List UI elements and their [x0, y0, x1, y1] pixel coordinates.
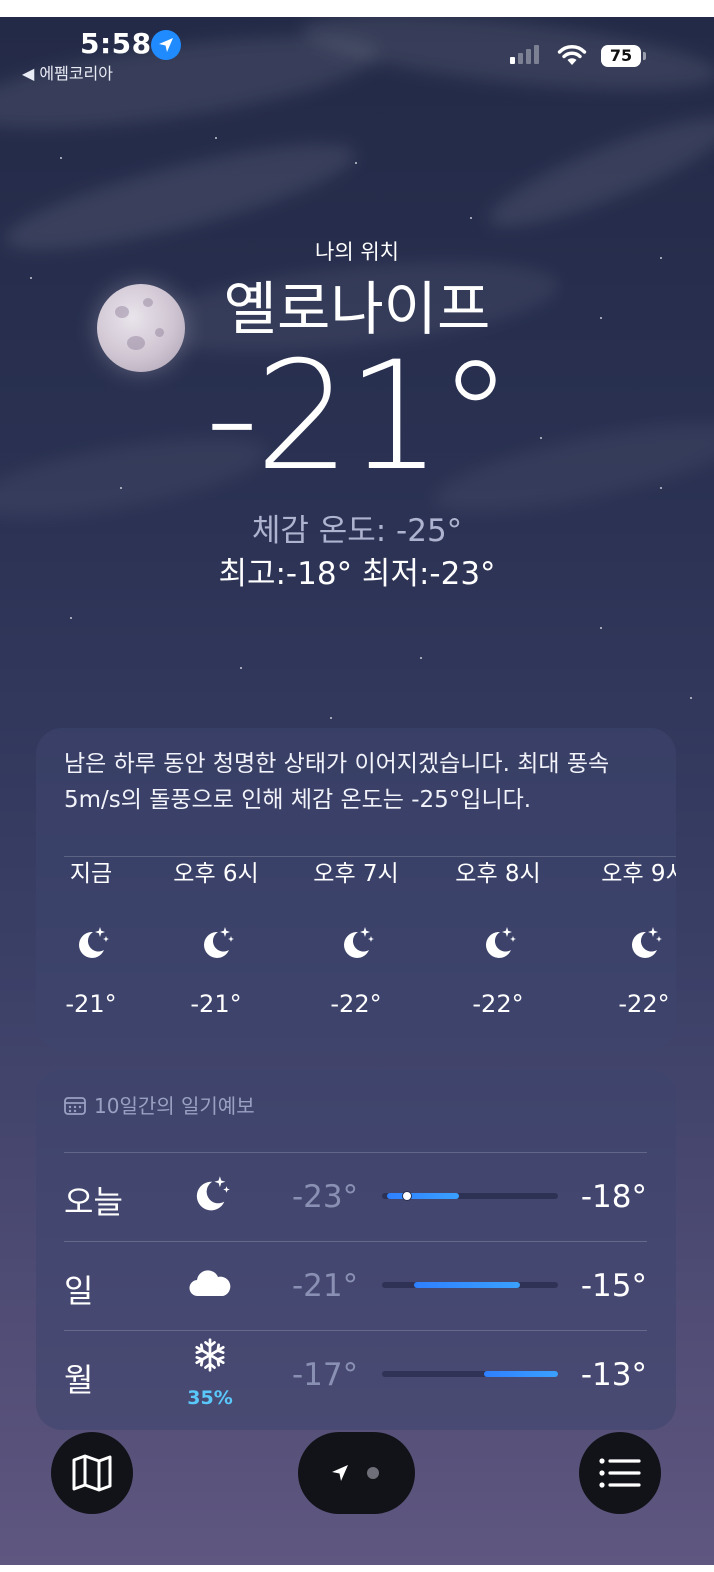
daily-row[interactable]: 오늘 -23° -18° — [64, 1153, 647, 1242]
hourly-item: 오후 8시 -22° — [438, 854, 558, 1018]
calendar-icon — [64, 1096, 86, 1115]
moon-stars-icon — [336, 924, 376, 964]
temp-range-bar — [382, 1282, 558, 1288]
location-services-icon — [151, 30, 181, 60]
moon-stars-icon — [196, 924, 236, 964]
hourly-item: 오후 7시 -22° — [296, 854, 416, 1018]
ten-day-title: 10일간의 일기예보 — [94, 1094, 255, 1118]
hourly-forecast-card[interactable]: 남은 하루 동안 청명한 상태가 이어지겠습니다. 최대 풍속 5m/s의 돌풍… — [36, 728, 676, 1050]
cloud-wisp — [480, 100, 714, 244]
moon-stars-icon — [186, 1173, 234, 1221]
high-temp: -18° — [580, 1179, 647, 1215]
map-button[interactable] — [51, 1432, 133, 1514]
star — [60, 157, 62, 159]
low-temp: -17° — [292, 1357, 359, 1393]
feels-like: 체감 온도: -25° — [251, 513, 463, 549]
high-temp: -13° — [580, 1357, 647, 1393]
temp-range-fill — [387, 1193, 459, 1199]
status-time: 5:58 — [80, 27, 152, 60]
day-label: 일 — [64, 1272, 94, 1310]
hour-label: 지금 — [69, 861, 113, 887]
low-temp: -23° — [292, 1179, 359, 1215]
location-arrow-icon — [332, 1465, 348, 1481]
star — [690, 697, 692, 699]
hour-temp: -22° — [330, 990, 382, 1018]
hour-temp: -22° — [618, 990, 670, 1018]
moon-stars-icon — [71, 924, 111, 964]
page-dot — [367, 1467, 379, 1479]
current-temperature: -21° — [205, 330, 513, 504]
ten-day-forecast-card[interactable]: 10일간의 일기예보 오늘 -23° -18° 일 -21° -15° 월 35% -17° -1… — [36, 1070, 676, 1430]
star — [215, 137, 217, 139]
star — [70, 617, 72, 619]
star — [600, 627, 602, 629]
battery-icon — [643, 52, 646, 60]
daily-row[interactable]: 일 -21° -15° — [64, 1242, 647, 1331]
high-low: 최고:-18° 최저:-23° — [218, 556, 496, 592]
location-page-indicator[interactable] — [298, 1432, 415, 1514]
forecast-summary: 남은 하루 동안 청명한 상태가 이어지겠습니다. 최대 풍속 5m/s의 돌풍… — [64, 751, 610, 813]
snowflake-icon — [186, 1337, 234, 1377]
wifi-icon — [557, 44, 587, 70]
star — [240, 667, 242, 669]
temp-range-bar — [382, 1191, 558, 1201]
day-label: 월 — [64, 1361, 94, 1399]
current-temp-marker — [402, 1191, 412, 1201]
day-label: 오늘 — [64, 1183, 123, 1221]
star — [420, 657, 422, 659]
hourly-item: 오후 6시 -21° — [156, 854, 276, 1018]
low-temp: -21° — [292, 1268, 359, 1304]
hour-temp: -22° — [472, 990, 524, 1018]
hour-label: 오후 9시 — [601, 861, 676, 887]
precip-chance: 35% — [187, 1387, 233, 1409]
temp-range-fill — [414, 1282, 520, 1288]
map-icon — [72, 1454, 112, 1492]
star — [355, 162, 357, 164]
star — [330, 717, 332, 719]
daily-row[interactable]: 월 35% -17° -13° — [64, 1331, 647, 1420]
moon-stars-icon — [624, 924, 664, 964]
moon-stars-icon — [478, 924, 518, 964]
city-list-button[interactable] — [579, 1432, 661, 1514]
ten-day-header: 10일간의 일기예보 — [64, 1090, 255, 1119]
hour-temp: -21° — [190, 990, 242, 1018]
temp-range-bar — [382, 1371, 558, 1377]
hour-label: 오후 6시 — [173, 861, 259, 887]
cellular-signal-icon — [510, 45, 539, 64]
cloud-icon — [186, 1262, 234, 1310]
hour-label: 오후 7시 — [313, 861, 399, 887]
star — [470, 217, 472, 219]
list-icon — [599, 1458, 641, 1488]
temp-range-fill — [484, 1371, 558, 1377]
hour-temp: -21° — [65, 990, 117, 1018]
hourly-item: 오후 9시 -22° — [584, 854, 676, 1018]
hour-label: 오후 8시 — [455, 861, 541, 887]
hourly-item: 지금 -21° — [36, 854, 151, 1018]
battery-level: 75 — [601, 45, 641, 67]
back-to-app-link[interactable]: ◀ 에펨코리아 — [22, 60, 113, 84]
high-temp: -15° — [580, 1268, 647, 1304]
